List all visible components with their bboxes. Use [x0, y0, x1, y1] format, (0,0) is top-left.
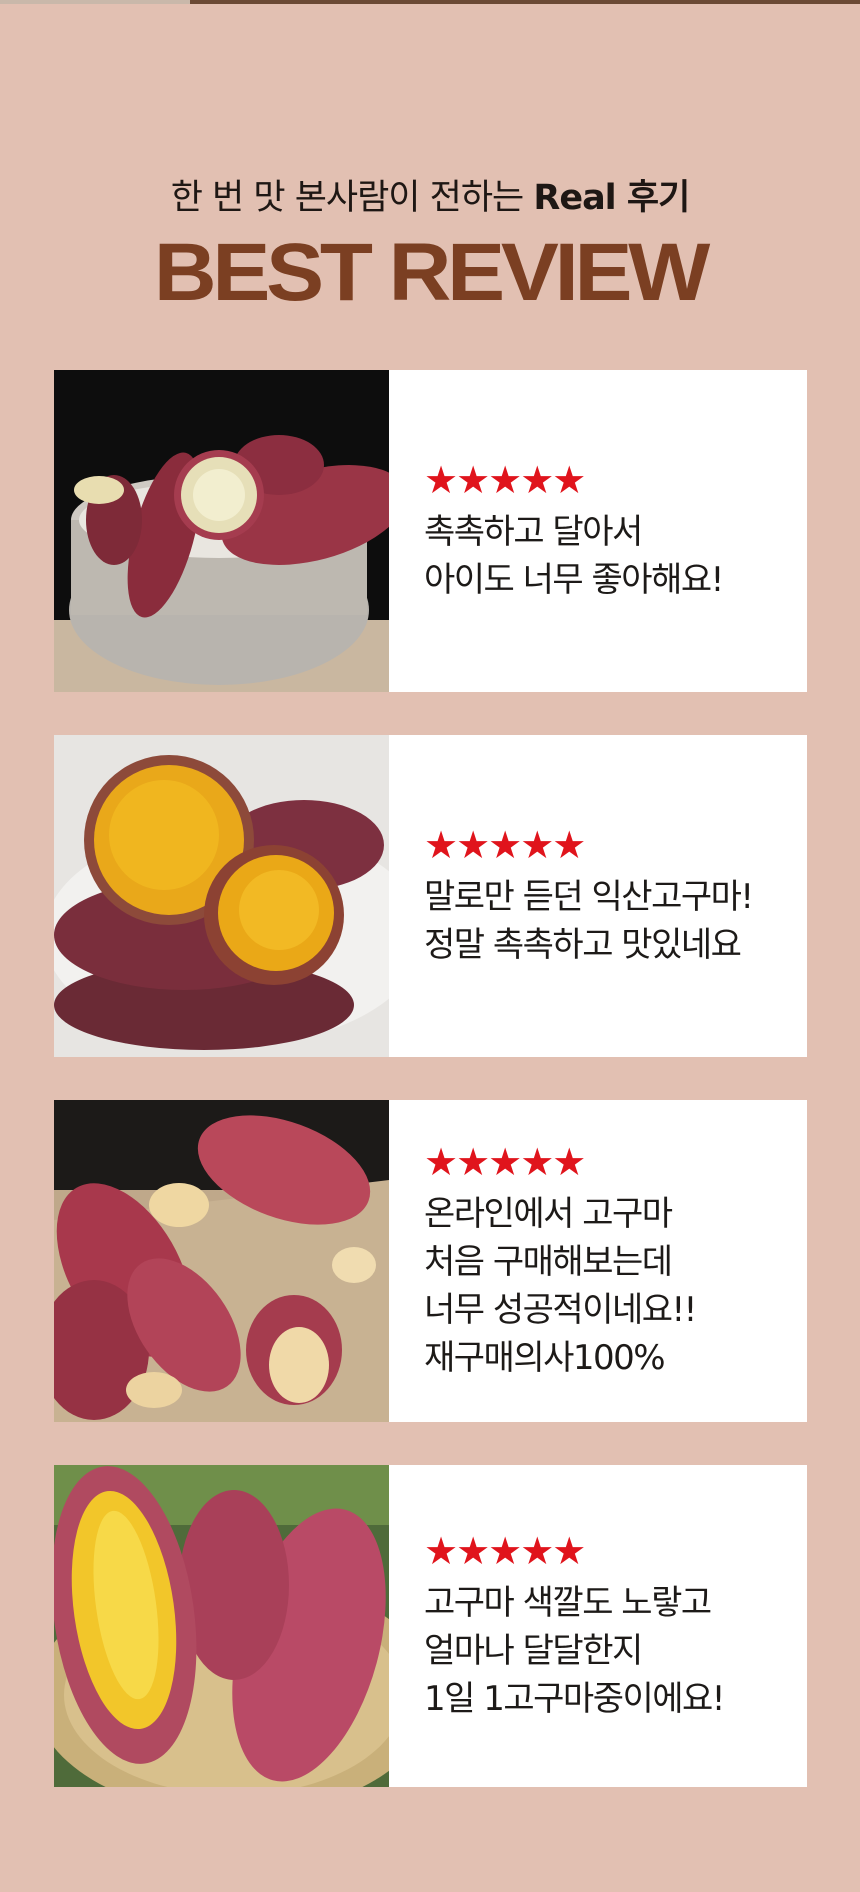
star-rating: ★★★★★: [424, 458, 586, 502]
review-card: ★★★★★ 촉촉하고 달아서 아이도 너무 좋아해요!: [54, 370, 807, 692]
review-line: 아이도 너무 좋아해요!: [424, 560, 724, 600]
review-line: 정말 촉촉하고 맛있네요: [424, 925, 742, 965]
page-title: BEST REVIEW: [153, 227, 710, 318]
review-line: 재구매의사100%: [424, 1338, 666, 1378]
subtitle-text: 한 번 맛 본사람이 전하는: [170, 178, 534, 218]
review-line: 촉촉하고 달아서: [424, 512, 643, 552]
review-photo: [54, 1465, 389, 1787]
review-text: ★★★★★ 촉촉하고 달아서 아이도 너무 좋아해요!: [389, 370, 807, 692]
review-card: ★★★★★ 말로만 듣던 익산고구마! 정말 촉촉하고 맛있네요: [54, 735, 807, 1057]
star-rating: ★★★★★: [424, 1140, 586, 1184]
star-rating: ★★★★★: [424, 823, 586, 867]
review-photo: [54, 1100, 389, 1422]
review-line: 온라인에서 고구마: [424, 1194, 673, 1234]
review-text: ★★★★★ 온라인에서 고구마 처음 구매해보는데 너무 성공적이네요!! 재구…: [389, 1100, 807, 1422]
review-line: 말로만 듣던 익산고구마!: [424, 877, 754, 917]
subtitle-bold-text: Real 후기: [533, 178, 690, 218]
review-card: ★★★★★ 온라인에서 고구마 처음 구매해보는데 너무 성공적이네요!! 재구…: [54, 1100, 807, 1422]
header-subtitle: 한 번 맛 본사람이 전하는 Real 후기: [0, 172, 860, 224]
review-photo: [54, 370, 389, 692]
review-line: 얼마나 달달한지: [424, 1631, 643, 1671]
top-image-edge: [0, 0, 860, 4]
review-line: 처음 구매해보는데: [424, 1242, 673, 1282]
review-header: 한 번 맛 본사람이 전하는 Real 후기 BEST REVIEW: [0, 172, 860, 318]
review-text: ★★★★★ 고구마 색깔도 노랗고 얼마나 달달한지 1일 1고구마중이에요!: [389, 1465, 807, 1787]
review-text: ★★★★★ 말로만 듣던 익산고구마! 정말 촉촉하고 맛있네요: [389, 735, 807, 1057]
review-photo: [54, 735, 389, 1057]
review-line: 1일 1고구마중이에요!: [424, 1679, 725, 1719]
star-rating: ★★★★★: [424, 1529, 586, 1573]
review-card: ★★★★★ 고구마 색깔도 노랗고 얼마나 달달한지 1일 1고구마중이에요!: [54, 1465, 807, 1787]
review-list: ★★★★★ 촉촉하고 달아서 아이도 너무 좋아해요! ★★★★★ 말로만 듣던…: [54, 370, 807, 1830]
review-line: 너무 성공적이네요!!: [424, 1290, 697, 1330]
review-line: 고구마 색깔도 노랗고: [424, 1583, 712, 1623]
